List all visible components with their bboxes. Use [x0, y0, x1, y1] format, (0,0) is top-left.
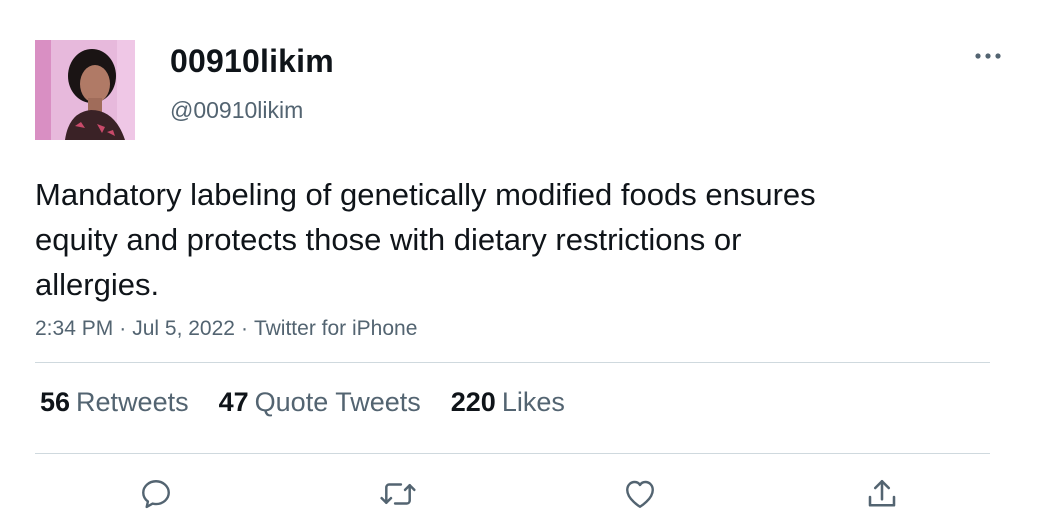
tweet-text: Mandatory labeling of genetically modifi… [35, 177, 816, 302]
quote-tweets-count: 47 [218, 387, 249, 417]
user-handle[interactable]: @00910likim [170, 97, 303, 124]
more-options-button[interactable] [968, 42, 1008, 70]
more-dots-icon [975, 53, 1001, 59]
retweet-icon [380, 483, 416, 505]
tweet-date[interactable]: Jul 5, 2022 [132, 317, 235, 340]
avatar[interactable] [35, 40, 135, 140]
meta-separator: · [119, 317, 127, 340]
likes-count: 220 [450, 387, 496, 417]
quote-tweets-stat[interactable]: 47 Quote Tweets [219, 387, 421, 418]
tweet-metadata: 2:34 PM · Jul 5, 2022 · Twitter for iPhone [35, 317, 417, 341]
retweets-stat[interactable]: 56 Retweets [40, 387, 189, 418]
reply-button[interactable] [136, 474, 176, 514]
retweets-label: Retweets [76, 387, 189, 417]
divider-top [35, 362, 990, 363]
heart-icon [626, 480, 654, 508]
quote-tweets-label: Quote Tweets [254, 387, 421, 417]
display-name[interactable]: 00910likim [170, 43, 334, 80]
likes-stat[interactable]: 220 Likes [451, 387, 565, 418]
like-button[interactable] [620, 474, 660, 514]
divider-bottom [35, 453, 990, 454]
reply-icon [142, 480, 170, 509]
tweet-source[interactable]: Twitter for iPhone [254, 317, 417, 340]
engagement-stats: 56 Retweets 47 Quote Tweets 220 Likes [40, 387, 565, 418]
share-icon [868, 479, 896, 507]
share-button[interactable] [862, 474, 902, 514]
avatar-image [35, 40, 135, 140]
likes-label: Likes [501, 387, 565, 417]
retweet-button[interactable] [378, 474, 418, 514]
tweet-time[interactable]: 2:34 PM [35, 317, 113, 340]
meta-separator: · [240, 317, 248, 340]
retweets-count: 56 [40, 387, 71, 417]
tweet-card: 00910likim @00910likim Mandatory labelin… [0, 0, 1050, 525]
